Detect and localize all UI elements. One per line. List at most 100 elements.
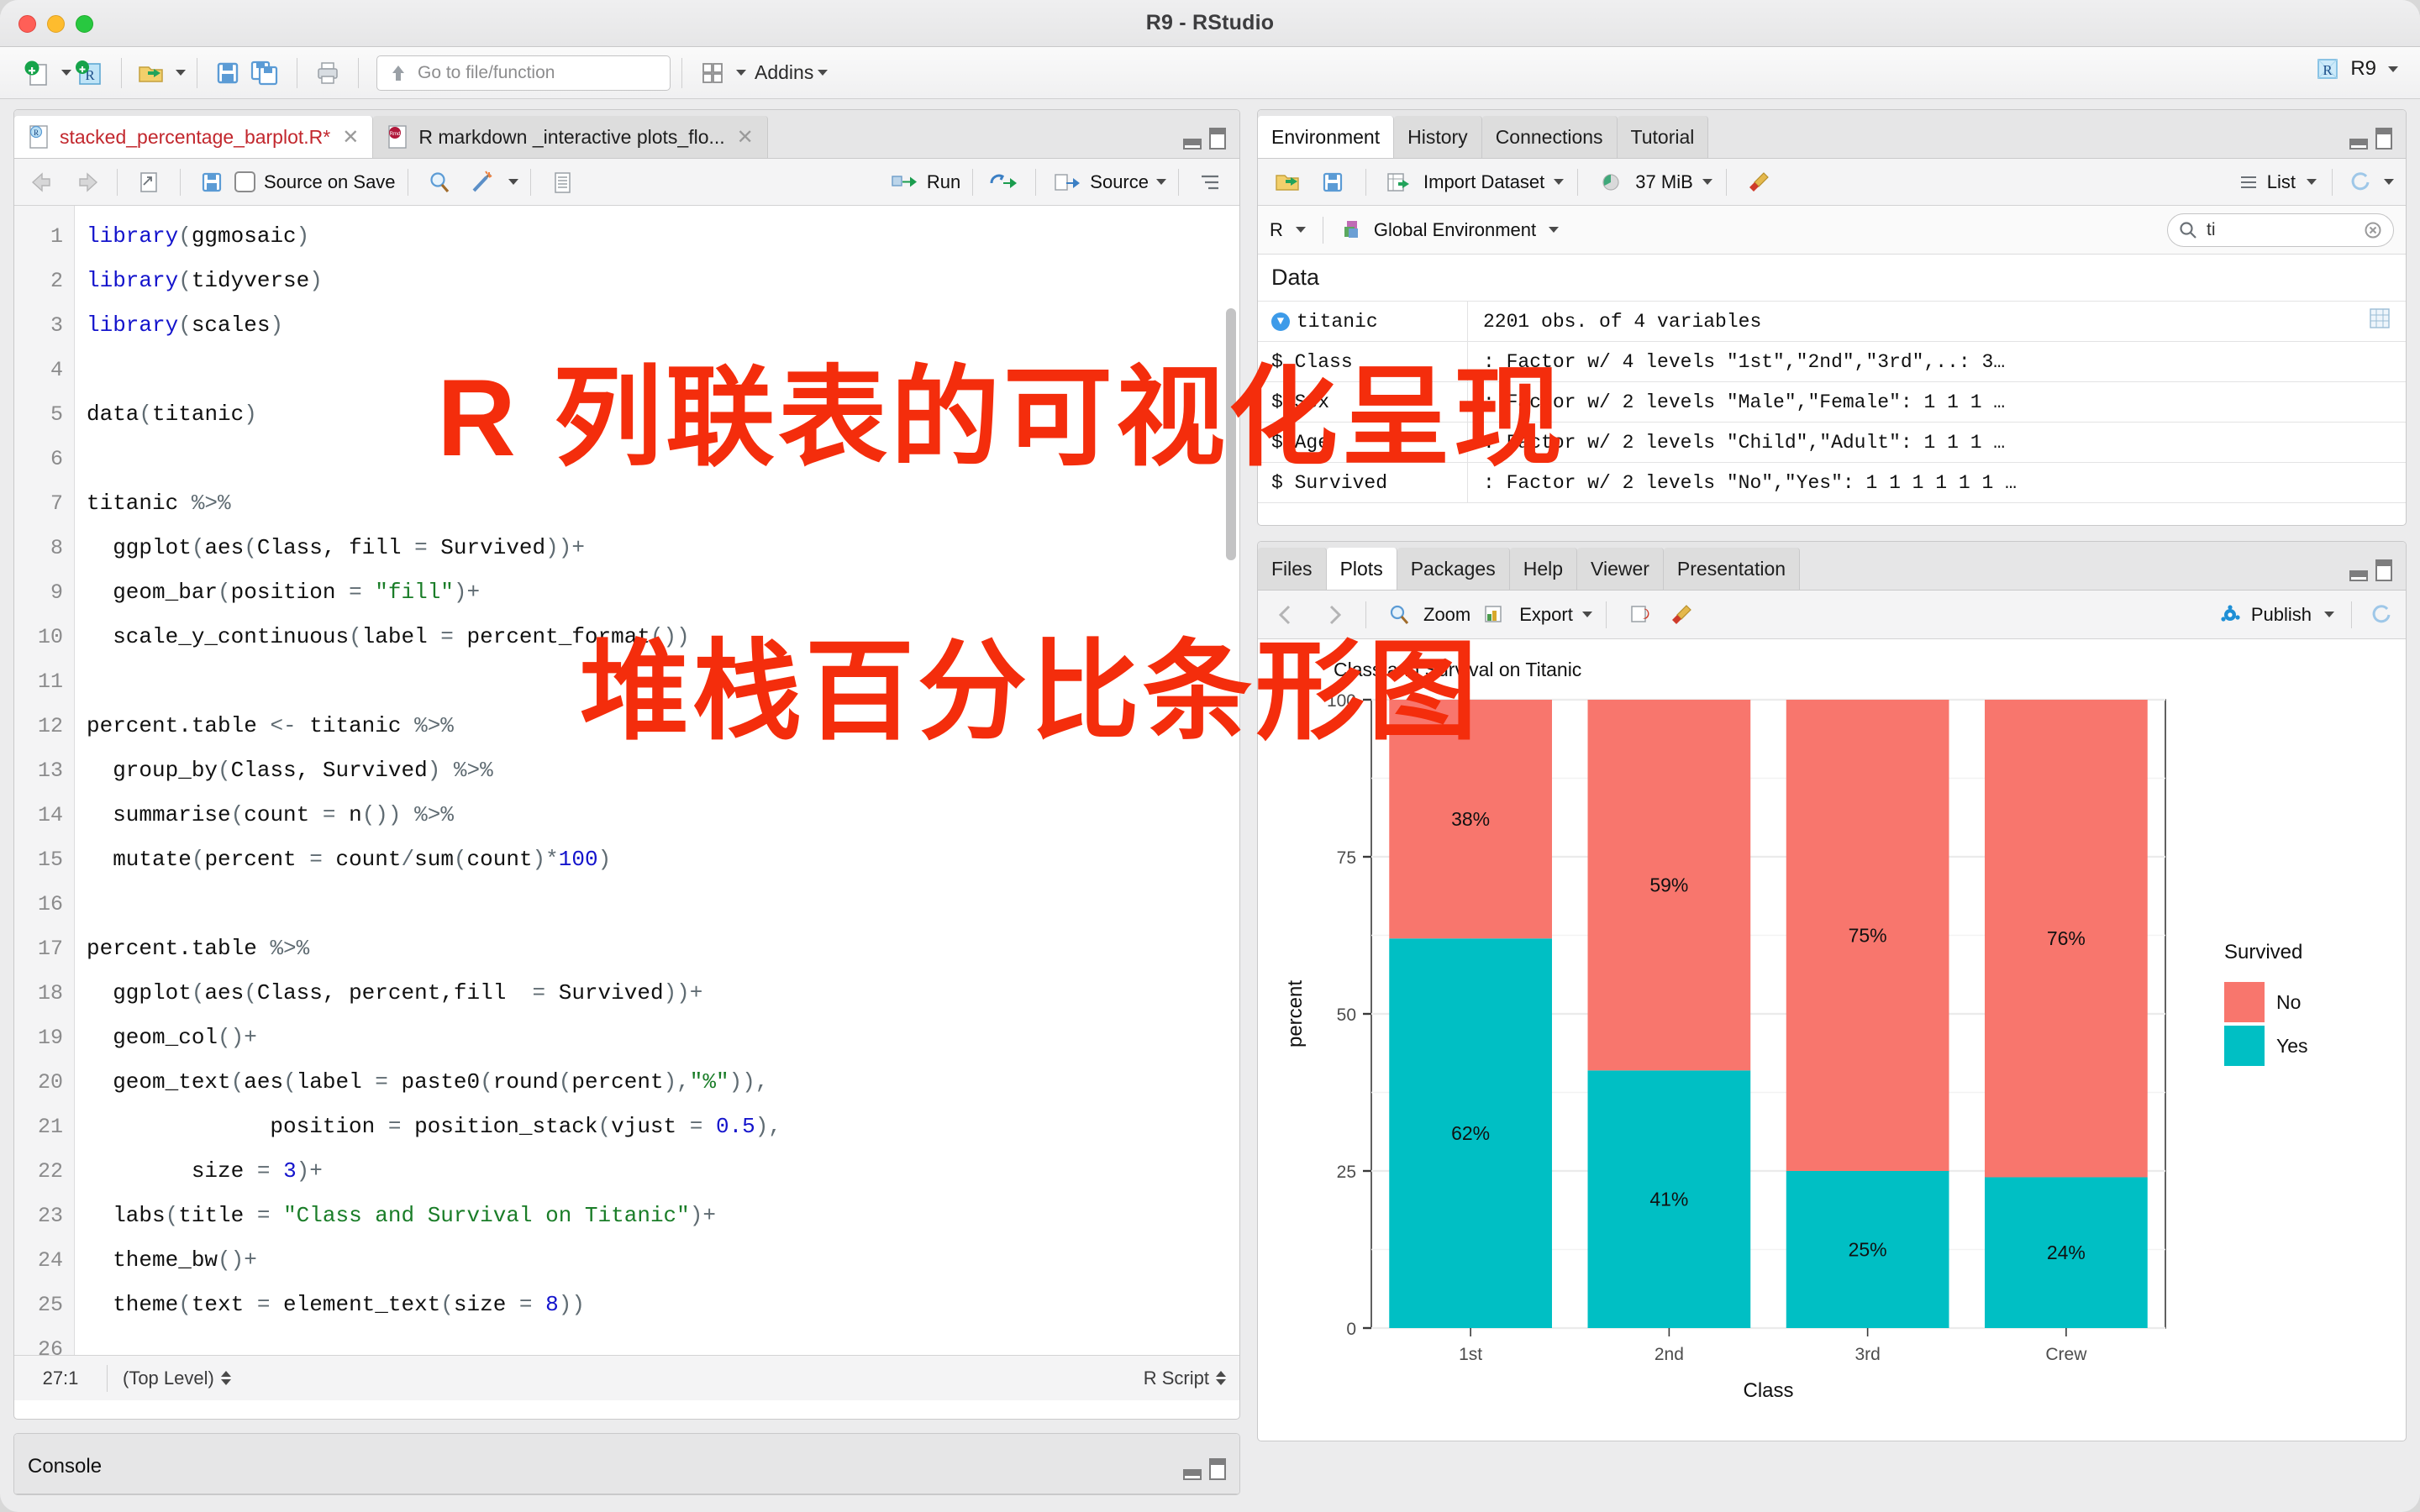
plot-export-button[interactable] xyxy=(1476,596,1514,634)
code-lines-container[interactable]: library(ggmosaic) library(tidyverse) libra… xyxy=(75,206,1239,1355)
open-file-dropdown-caret[interactable] xyxy=(176,70,186,76)
code-line[interactable]: geom_text(aes(label = paste0(round(perce… xyxy=(87,1060,1239,1105)
code-line[interactable]: library(scales) xyxy=(87,303,1239,348)
editor-save-button[interactable] xyxy=(192,163,231,202)
language-dropdown-caret[interactable] xyxy=(1295,227,1306,233)
tab-packages[interactable]: Packages xyxy=(1397,548,1510,590)
maximize-plots-pane-icon[interactable] xyxy=(2375,559,2392,581)
environment-row[interactable]: $ Class: Factor w/ 4 levels "1st","2nd",… xyxy=(1258,342,2406,382)
code-line[interactable]: mutate(percent = count/sum(count)*100) xyxy=(87,837,1239,882)
editor-back-button[interactable] xyxy=(24,163,63,202)
run-button[interactable] xyxy=(885,163,923,202)
new-file-button[interactable] xyxy=(18,54,57,92)
source-dropdown-caret[interactable] xyxy=(1156,179,1166,185)
refresh-icon[interactable] xyxy=(2348,170,2373,195)
rerun-button[interactable] xyxy=(985,163,1023,202)
code-line[interactable]: titanic %>% xyxy=(87,481,1239,526)
source-on-save-checkbox[interactable] xyxy=(234,171,255,192)
code-line[interactable]: geom_col()+ xyxy=(87,1016,1239,1060)
source-tab-1-close-icon[interactable]: ✕ xyxy=(737,125,754,150)
memory-dropdown-caret[interactable] xyxy=(1702,179,1712,185)
r-version-dropdown-caret[interactable] xyxy=(2388,66,2398,72)
load-workspace-button[interactable] xyxy=(1270,163,1308,202)
view-data-grid-icon[interactable] xyxy=(2365,306,2394,337)
tab-viewer[interactable]: Viewer xyxy=(1577,548,1664,590)
minimize-window-button[interactable] xyxy=(47,15,65,33)
source-tab-1[interactable]: Rmd R markdown _interactive plots_flo...… xyxy=(373,116,768,158)
code-line[interactable]: position = position_stack(vjust = 0.5), xyxy=(87,1105,1239,1149)
addins-dropdown-caret[interactable] xyxy=(818,70,829,76)
global-environment-dropdown-caret[interactable] xyxy=(1549,227,1560,233)
scope-selector[interactable]: (Top Level) xyxy=(108,1368,231,1389)
code-line[interactable]: ggplot(aes(Class, percent,fill = Survive… xyxy=(87,971,1239,1016)
close-window-button[interactable] xyxy=(18,15,36,33)
code-line[interactable]: labs(title = "Class and Survival on Tita… xyxy=(87,1194,1239,1238)
pane-layout-dropdown-caret[interactable] xyxy=(736,70,746,76)
view-mode-dropdown-caret[interactable] xyxy=(2307,179,2317,185)
editor-scroll-thumb[interactable] xyxy=(1226,308,1236,560)
code-line[interactable]: size = 3)+ xyxy=(87,1149,1239,1194)
addins-button[interactable]: Addins xyxy=(755,61,813,84)
environment-row[interactable]: ▼ titanic 2201 obs. of 4 variables xyxy=(1258,302,2406,342)
tab-tutorial[interactable]: Tutorial xyxy=(1617,116,1709,158)
goto-file-function-box[interactable]: Go to file/function xyxy=(376,55,671,91)
code-line[interactable] xyxy=(87,348,1239,392)
minimize-plots-pane-icon[interactable] xyxy=(2349,570,2368,581)
tab-environment[interactable]: Environment xyxy=(1258,116,1395,158)
publish-icon[interactable] xyxy=(2217,602,2243,627)
environment-search-box[interactable]: ti xyxy=(2167,213,2394,247)
minimize-console-pane-icon[interactable] xyxy=(1183,1469,1202,1480)
show-in-new-window-button[interactable] xyxy=(129,163,168,202)
pane-layout-button[interactable] xyxy=(693,54,732,92)
code-editor[interactable]: 1 2 3 4 5 6 7 8 9 10 11 12 13 14 15 16 17 18 19 20 21 22 23 24 2… xyxy=(14,206,1239,1355)
save-workspace-button[interactable] xyxy=(1313,163,1352,202)
code-line[interactable] xyxy=(87,1327,1239,1355)
editor-forward-button[interactable] xyxy=(66,163,105,202)
code-line[interactable]: group_by(Class, Survived) %>% xyxy=(87,748,1239,793)
code-line[interactable]: theme(text = element_text(size = 8)) xyxy=(87,1283,1239,1327)
compile-report-button[interactable] xyxy=(543,163,581,202)
maximize-console-pane-icon[interactable] xyxy=(1209,1458,1226,1480)
r-version-selector[interactable]: R R9 xyxy=(2312,54,2398,84)
new-file-dropdown-caret[interactable] xyxy=(61,70,71,76)
editor-vertical-scrollbar[interactable] xyxy=(1224,305,1238,1355)
tab-connections[interactable]: Connections xyxy=(1481,116,1618,158)
code-line[interactable] xyxy=(87,437,1239,481)
tab-help[interactable]: Help xyxy=(1509,548,1578,590)
code-line[interactable] xyxy=(87,882,1239,927)
code-line[interactable]: percent.table %>% xyxy=(87,927,1239,971)
language-selector-label[interactable]: R xyxy=(1270,219,1283,241)
file-type-updown-icon[interactable] xyxy=(1216,1371,1226,1385)
code-line[interactable]: library(ggmosaic) xyxy=(87,214,1239,259)
minimize-environment-pane-icon[interactable] xyxy=(2349,139,2368,150)
plots-back-button[interactable] xyxy=(1270,596,1308,634)
clear-objects-button[interactable] xyxy=(1740,163,1779,202)
code-line[interactable]: ggplot(aes(Class, fill = Survived))+ xyxy=(87,526,1239,570)
clear-plots-button[interactable] xyxy=(1664,596,1702,634)
new-project-button[interactable]: R xyxy=(71,54,110,92)
outline-button[interactable] xyxy=(1191,163,1229,202)
tab-history[interactable]: History xyxy=(1394,116,1482,158)
publish-dropdown-caret[interactable] xyxy=(2324,612,2334,617)
memory-usage-button[interactable] xyxy=(1591,163,1630,202)
plot-export-dropdown-caret[interactable] xyxy=(1581,612,1592,617)
import-dataset-dropdown-caret[interactable] xyxy=(1554,179,1565,185)
code-line[interactable]: percent.table <- titanic %>% xyxy=(87,704,1239,748)
save-all-button[interactable] xyxy=(247,54,286,92)
code-line[interactable]: data(titanic) xyxy=(87,392,1239,437)
source-tab-0[interactable]: R stacked_percentage_barplot.R* ✕ xyxy=(14,116,374,158)
refresh-plot-icon[interactable] xyxy=(2369,602,2394,627)
code-line[interactable]: summarise(count = n()) %>% xyxy=(87,793,1239,837)
clear-search-icon[interactable] xyxy=(2363,220,2383,240)
console-tab[interactable]: Console xyxy=(14,1440,116,1494)
minimize-source-pane-icon[interactable] xyxy=(1183,139,1202,150)
tab-plots[interactable]: Plots xyxy=(1326,548,1397,590)
open-file-button[interactable] xyxy=(133,54,171,92)
code-line[interactable]: scale_y_continuous(label = percent_forma… xyxy=(87,615,1239,659)
print-button[interactable] xyxy=(308,54,347,92)
code-line[interactable]: library(tidyverse) xyxy=(87,259,1239,303)
maximize-window-button[interactable] xyxy=(76,15,93,33)
remove-plot-button[interactable] xyxy=(1620,596,1659,634)
code-tools-dropdown-caret[interactable] xyxy=(508,179,518,185)
code-tools-button[interactable] xyxy=(462,163,501,202)
